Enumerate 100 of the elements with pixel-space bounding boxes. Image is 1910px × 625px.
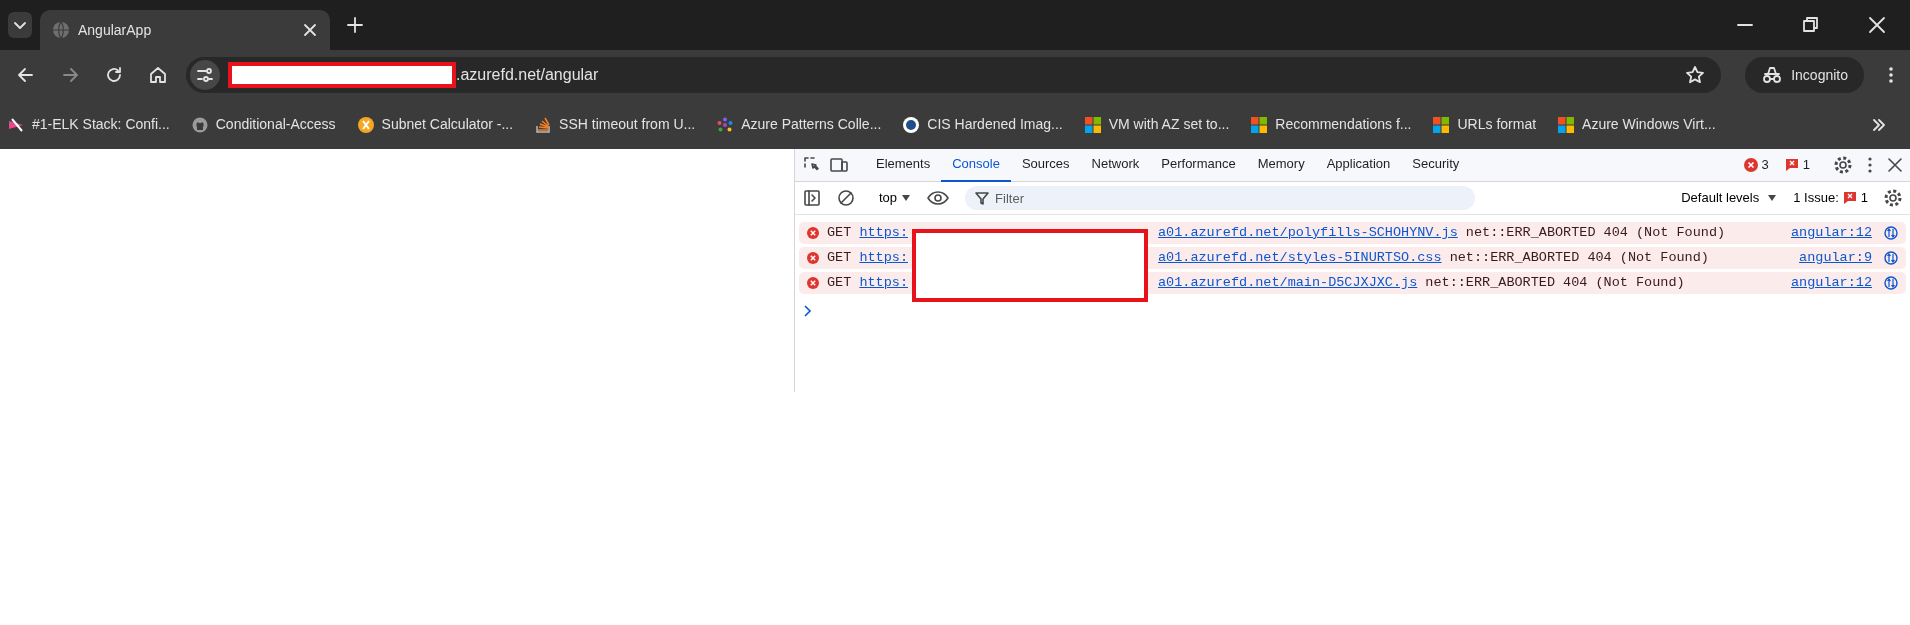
minimize-icon: [1737, 23, 1753, 27]
eye-icon: [927, 190, 950, 206]
tab-title: AngularApp: [78, 20, 153, 40]
url-link[interactable]: https:: [859, 249, 908, 265]
source-link[interactable]: angular:12: [1791, 222, 1872, 244]
windows-icon: [1251, 116, 1268, 133]
bookmark[interactable]: URLs format: [1433, 114, 1537, 135]
plus-icon: [346, 16, 364, 34]
incognito-icon: [1761, 66, 1784, 84]
context-selector[interactable]: top: [879, 188, 912, 208]
url-link[interactable]: https:: [859, 274, 908, 290]
devtools-tab[interactable]: Memory: [1246, 148, 1316, 182]
x-circle-icon: [357, 116, 374, 133]
log-levels-dropdown[interactable]: Default levels: [1681, 188, 1778, 208]
issues-button[interactable]: 1 Issue: 1: [1793, 188, 1868, 208]
message-text: GET https: a01.azurefd.net/polyfills-SCHOHYNV.js net::ERR_ABORTED 404 (Not Found): [827, 223, 1726, 242]
live-expression-button[interactable]: [927, 190, 950, 206]
devtools-tab[interactable]: Elements: [865, 148, 942, 182]
kebab-menu-icon: [1868, 157, 1872, 173]
tab-search-button[interactable]: [8, 12, 32, 38]
stack-icon: [535, 116, 552, 133]
chevron-down-icon: [8, 12, 32, 38]
window-control-button[interactable]: [1868, 16, 1886, 34]
close-icon: [1868, 16, 1886, 34]
toolbar-button[interactable]: [16, 65, 36, 85]
flag-icon: [1842, 191, 1857, 205]
new-tab-button[interactable]: [346, 16, 364, 34]
error-icon: [1743, 158, 1758, 172]
address-bar[interactable]: .azurefd.net/angular: [186, 57, 1722, 93]
filter-field[interactable]: Filter: [965, 186, 1476, 210]
bookmark[interactable]: Azure Patterns Colle...: [717, 114, 882, 135]
url-link[interactable]: a01.azurefd.net/styles-5INURTSO.css: [1158, 249, 1442, 265]
caret-icon: [1767, 194, 1778, 202]
clear-console-button[interactable]: [837, 189, 855, 207]
error-counter[interactable]: 3: [1743, 155, 1769, 175]
windows-icon: [1558, 116, 1575, 133]
back-arrow-icon: [16, 65, 36, 85]
devtools-tab[interactable]: Security: [1401, 148, 1471, 182]
site-settings-icon[interactable]: [190, 60, 220, 90]
more-options-button[interactable]: [1868, 157, 1872, 173]
close-icon: [1888, 158, 1902, 172]
bookmark[interactable]: VM with AZ set to...: [1084, 114, 1230, 135]
bookmark[interactable]: SSH timeout from U...: [535, 114, 696, 135]
menu-button[interactable]: [1888, 65, 1894, 85]
toolbar-button[interactable]: [148, 65, 168, 85]
close-devtools-button[interactable]: [1888, 158, 1902, 172]
bookmark[interactable]: CIS Hardened Imag...: [903, 114, 1063, 135]
source-link[interactable]: angular:9: [1799, 247, 1872, 269]
message-text: GET https: a01.azurefd.net/styles-5INURTSO.css net::ERR_ABORTED 404 (Not Found): [827, 248, 1709, 267]
bookmark[interactable]: #1-ELK Stack: Confi...: [8, 114, 170, 135]
bookmark[interactable]: Recommendations f...: [1251, 114, 1412, 135]
star-icon[interactable]: [1685, 65, 1706, 85]
settings-icon: [1834, 156, 1852, 174]
browser-tab[interactable]: AngularApp: [40, 10, 330, 50]
settings-button[interactable]: [1834, 156, 1852, 174]
bookmarks-overflow-button[interactable]: [1872, 118, 1886, 131]
sidebar-icon: [803, 189, 821, 207]
caret-icon: [901, 194, 912, 202]
url-link[interactable]: a01.azurefd.net/polyfills-SCHOHYNV.js: [1158, 224, 1458, 240]
devtools-tab[interactable]: Performance: [1150, 148, 1247, 182]
block-icon: [837, 189, 855, 207]
network-request-icon[interactable]: [1884, 251, 1898, 265]
window-control-button[interactable]: [1802, 16, 1820, 34]
network-icon: [717, 116, 734, 133]
url-link[interactable]: https:: [859, 224, 908, 240]
message-text: GET https: a01.azurefd.net/main-D5CJXJXC.js net::ERR_ABORTED 404 (Not Found): [827, 273, 1685, 292]
source-link[interactable]: angular:12: [1791, 272, 1872, 294]
devtools-tab[interactable]: Console: [941, 148, 1011, 182]
incognito-button[interactable]: Incognito: [1745, 57, 1864, 93]
url-text: .azurefd.net/angular: [456, 65, 599, 85]
device-toolbar-button[interactable]: [829, 156, 849, 174]
toolbar-button[interactable]: [104, 65, 124, 85]
settings-icon: [1884, 189, 1902, 207]
github-icon: [191, 116, 208, 133]
devices-icon: [829, 156, 849, 174]
sidebar-button[interactable]: [803, 189, 821, 207]
flag-icon: [1784, 158, 1799, 172]
devtools-tab[interactable]: Sources: [1010, 148, 1081, 182]
globe-icon: [52, 21, 70, 39]
bookmark[interactable]: Subnet Calculator -...: [357, 114, 514, 135]
close-icon[interactable]: [302, 22, 318, 38]
windows-icon: [1084, 116, 1101, 133]
devtools-tab[interactable]: Application: [1315, 148, 1402, 182]
network-request-icon[interactable]: [1884, 276, 1898, 290]
console-settings-button[interactable]: [1884, 189, 1902, 207]
bookmark[interactable]: Azure Windows Virt...: [1558, 114, 1716, 135]
reload-icon: [104, 65, 124, 85]
double-chevron-icon: [1872, 118, 1886, 131]
badge-icon: [903, 116, 920, 133]
network-request-icon[interactable]: [1884, 226, 1898, 240]
bookmark[interactable]: Conditional-Access: [191, 114, 336, 135]
prompt-chevron-icon: [803, 304, 813, 317]
filter-icon: [975, 191, 990, 205]
issue-counter[interactable]: 1: [1784, 155, 1810, 175]
devtools-tab[interactable]: Network: [1080, 148, 1151, 182]
windows-icon: [1433, 116, 1450, 133]
kebab-menu-icon: [1888, 65, 1894, 85]
url-link[interactable]: a01.azurefd.net/main-D5CJXJXC.js: [1158, 274, 1418, 290]
restore-icon: [1802, 16, 1820, 34]
forward-arrow-icon: [60, 65, 80, 85]
